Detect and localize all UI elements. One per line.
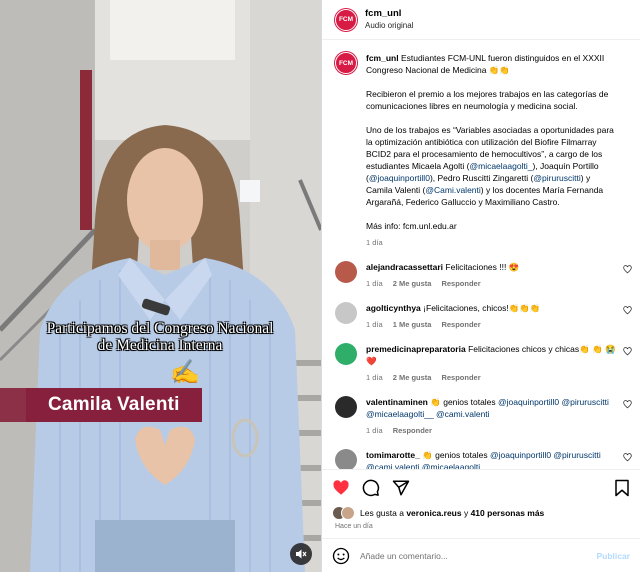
comment-likes[interactable]: 1 Me gusta — [393, 320, 432, 329]
commenter-username[interactable]: alejandracassettari — [366, 262, 443, 272]
comments-section[interactable]: FCM fcm_unl Estudiantes FCM-UNL fueron d… — [322, 40, 640, 469]
emoji-icon[interactable] — [332, 547, 350, 565]
comment-like-heart-icon[interactable] — [623, 453, 632, 462]
caption-time[interactable]: 1 día — [366, 238, 383, 247]
commenter-avatar[interactable] — [335, 449, 357, 469]
comment-like-heart-icon[interactable] — [623, 347, 632, 356]
comment-item: valentinaminen 👏 genios totales @joaquin… — [335, 396, 632, 435]
comment-likes[interactable]: 2 Me gusta — [393, 279, 432, 288]
comment-time[interactable]: 1 día — [366, 279, 383, 288]
audio-label[interactable]: Audio original — [365, 20, 413, 31]
mention-link[interactable]: @piruruscitti — [533, 173, 580, 183]
mention-link[interactable]: @joaquinportill0 — [369, 173, 430, 183]
caption-author-username[interactable]: fcm_unl — [366, 53, 399, 63]
caption-paragraph-3: Más info: fcm.unl.edu.ar — [366, 221, 457, 231]
comment-item: agolticynthya ¡Felicitaciones, chicos!👏👏… — [335, 302, 632, 329]
caption-paragraph-1: Recibieron el premio a los mejores traba… — [366, 89, 609, 111]
comment-text: 👏 genios totales — [422, 450, 490, 460]
caption-paragraph-2: Uno de los trabajos es “Variables asocia… — [366, 125, 614, 207]
speaker-muted-icon — [296, 549, 307, 559]
commenter-avatar[interactable] — [335, 261, 357, 283]
likes-summary[interactable]: Les gusta a veronica.reus y 410 personas… — [322, 505, 640, 521]
comment-item: tomimarotte_ 👏 genios totales @joaquinpo… — [335, 449, 632, 469]
reply-button[interactable]: Responder — [441, 279, 480, 288]
mention-link[interactable]: @Cami.valenti — [425, 185, 480, 195]
posted-time[interactable]: Hace un día — [322, 521, 640, 538]
comment-like-heart-icon[interactable] — [623, 265, 632, 274]
comment-item: alejandracassettari Felicitaciones !!! 😍… — [335, 261, 632, 288]
post-caption: FCM fcm_unl Estudiantes FCM-UNL fueron d… — [335, 52, 632, 247]
author-username[interactable]: fcm_unl — [365, 8, 413, 20]
commenter-username[interactable]: valentinaminen — [366, 397, 428, 407]
comment-like-heart-icon[interactable] — [623, 400, 632, 409]
likes-count[interactable]: 410 personas más — [471, 508, 545, 518]
commenter-username[interactable]: agolticynthya — [366, 303, 421, 313]
likes-text: Les gusta a veronica.reus y 410 personas… — [360, 508, 545, 518]
writing-hand-emoji: ✍️ — [170, 359, 200, 386]
mention-link[interactable]: @micaelaagolti_ — [469, 161, 532, 171]
post-comment-button[interactable]: Publicar — [596, 551, 630, 561]
commenter-username[interactable]: tomimarotte_ — [366, 450, 420, 460]
comment-time[interactable]: 1 día — [366, 320, 383, 329]
share-icon[interactable] — [392, 479, 410, 497]
comment-text: ¡Felicitaciones, chicos!👏👏👏 — [423, 303, 541, 313]
reply-button[interactable]: Responder — [393, 426, 432, 435]
liker-avatars — [332, 506, 356, 520]
commenter-avatar[interactable] — [335, 302, 357, 324]
comment-item: premedicinapreparatoria Felicitaciones c… — [335, 343, 632, 382]
comment-time[interactable]: 1 día — [366, 373, 383, 382]
like-heart-icon[interactable] — [332, 479, 350, 497]
commenter-avatar[interactable] — [335, 343, 357, 365]
post-video[interactable]: Participamos del Congreso Nacional de Me… — [0, 0, 321, 572]
author-avatar[interactable]: FCM — [335, 8, 357, 31]
post-header: FCM fcm_unl Audio original — [322, 0, 640, 40]
reply-button[interactable]: Responder — [441, 320, 480, 329]
mute-button[interactable] — [290, 543, 312, 565]
name-tag: Camila Valenti — [26, 388, 202, 422]
comment-text: Felicitaciones !!! 😍 — [445, 262, 520, 272]
caption-headline: Estudiantes FCM-UNL fueron distinguidos … — [366, 53, 605, 75]
comment-text: 👏 genios totales — [430, 397, 499, 407]
caption-author-avatar[interactable]: FCM — [335, 52, 357, 74]
comment-time[interactable]: 1 día — [366, 426, 383, 435]
video-caption: Participamos del Congreso Nacional de Me… — [20, 320, 300, 354]
bookmark-icon[interactable] — [614, 479, 630, 497]
comment-input[interactable] — [360, 550, 597, 561]
caption-line-1: Participamos del Congreso Nacional — [46, 320, 274, 337]
liker-username[interactable]: veronica.reus — [406, 508, 461, 518]
comment-like-heart-icon[interactable] — [623, 306, 632, 315]
reply-button[interactable]: Responder — [441, 373, 480, 382]
action-bar — [322, 469, 640, 505]
comment-icon[interactable] — [362, 479, 380, 497]
comment-likes[interactable]: 2 Me gusta — [393, 373, 432, 382]
commenter-avatar[interactable] — [335, 396, 357, 418]
comment-composer: Publicar — [322, 538, 640, 572]
post-details-panel: FCM fcm_unl Audio original FCM fcm_unl E… — [321, 0, 640, 572]
commenter-username[interactable]: premedicinapreparatoria — [366, 344, 466, 354]
caption-line-2: de Medicina Interna — [97, 337, 223, 354]
liker-avatar — [341, 506, 355, 520]
name-tag-stripe — [0, 388, 26, 422]
video-frame — [0, 0, 321, 572]
